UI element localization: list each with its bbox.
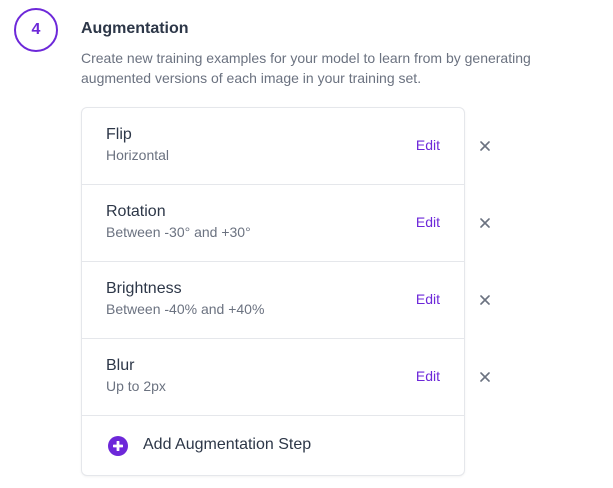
augmentation-row-brightness: Brightness Between -40% and +40% Edit [82, 262, 464, 339]
augmentation-detail: Up to 2px [106, 378, 166, 394]
augmentation-detail: Horizontal [106, 147, 170, 163]
edit-button[interactable]: Edit [416, 137, 440, 153]
close-icon [480, 141, 490, 151]
edit-button[interactable]: Edit [416, 214, 440, 230]
augmentation-detail: Between -40% and +40% [106, 301, 265, 317]
remove-flip-button[interactable] [476, 137, 494, 155]
augmentation-title: Rotation [106, 203, 166, 220]
step-number-badge: 4 [14, 8, 58, 52]
augmentation-detail: Between -30° and +30° [106, 224, 251, 240]
augmentation-title: Brightness [106, 280, 182, 297]
section-description: Create new training examples for your mo… [81, 50, 531, 86]
section-title: Augmentation [81, 20, 189, 37]
close-icon [480, 218, 490, 228]
add-augmentation-step-button[interactable]: Add Augmentation Step [82, 416, 464, 476]
remove-brightness-button[interactable] [476, 291, 494, 309]
augmentation-title: Flip [106, 126, 132, 143]
step-number: 4 [31, 21, 41, 38]
augmentation-row-flip: Flip Horizontal Edit [82, 108, 464, 185]
remove-rotation-button[interactable] [476, 214, 494, 232]
edit-button[interactable]: Edit [416, 368, 440, 384]
add-augmentation-step-label: Add Augmentation Step [143, 436, 312, 453]
close-icon [480, 295, 490, 305]
edit-button[interactable]: Edit [416, 291, 440, 307]
augmentation-row-blur: Blur Up to 2px Edit [82, 339, 464, 416]
augmentation-row-rotation: Rotation Between -30° and +30° Edit [82, 185, 464, 262]
augmentation-card: Flip Horizontal Edit Rotation Between -3… [81, 107, 465, 476]
remove-blur-button[interactable] [476, 368, 494, 386]
plus-circle-icon [108, 436, 128, 456]
augmentation-title: Blur [106, 357, 135, 374]
close-icon [480, 372, 490, 382]
